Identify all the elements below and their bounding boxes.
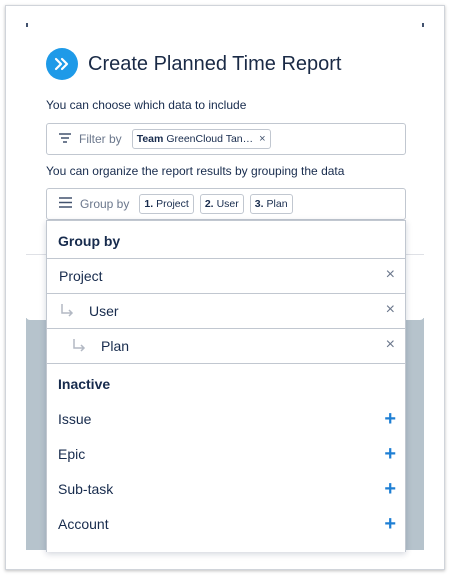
option-label: Project [59, 268, 103, 284]
remove-icon[interactable]: × [386, 302, 395, 318]
group-option-project[interactable]: Project × [47, 258, 405, 293]
chip-text: User [216, 198, 239, 210]
option-label: Issue [58, 411, 92, 427]
group-label: Group by [80, 197, 130, 211]
add-icon[interactable]: + [384, 444, 396, 464]
inactive-heading: Inactive [58, 376, 111, 392]
double-chevron-right-icon [46, 48, 78, 80]
group-field[interactable]: Group by 1. Project 2. User 3. Plan [46, 188, 406, 220]
active-heading: Group by [58, 233, 121, 249]
inactive-option-account[interactable]: Account + [58, 514, 398, 534]
filter-hint: You can choose which data to include [46, 98, 247, 112]
add-icon[interactable]: + [384, 514, 396, 534]
menu-icon [59, 195, 72, 213]
inactive-option-sub-task[interactable]: Sub-task + [58, 479, 398, 499]
chip-value: GreenCloud Tan… [166, 133, 254, 145]
remove-icon[interactable]: × [386, 337, 395, 353]
option-label: Account [58, 516, 109, 532]
chip-key: Team [136, 133, 164, 145]
dialog-header: Create Planned Time Report [46, 48, 341, 80]
option-label: Sub-task [58, 481, 114, 497]
group-hint: You can organize the report results by g… [46, 164, 345, 178]
chip-order: 3. [254, 198, 264, 210]
group-chip-project[interactable]: 1. Project [139, 194, 194, 214]
add-icon[interactable]: + [384, 409, 396, 429]
filter-label: Filter by [79, 132, 122, 146]
chip-remove-icon[interactable]: × [259, 133, 265, 145]
dialog-corner-mark [422, 23, 424, 27]
group-chip-user[interactable]: 2. User [199, 194, 244, 214]
filter-chip-team[interactable]: Team GreenCloud Tan… × [131, 129, 271, 149]
inactive-option-issue[interactable]: Issue + [58, 409, 398, 429]
group-option-plan[interactable]: Plan × [47, 328, 405, 363]
group-by-dropdown: Group by Project × User × Plan × Inactiv… [46, 220, 406, 552]
chip-text: Plan [266, 198, 288, 210]
group-option-user[interactable]: User × [47, 293, 405, 328]
chip-order: 2. [204, 198, 214, 210]
dialog-title: Create Planned Time Report [88, 52, 342, 75]
filter-icon [59, 130, 71, 148]
nested-arrow-icon [59, 303, 75, 319]
filter-field[interactable]: Filter by Team GreenCloud Tan… × [46, 123, 406, 155]
inactive-option-epic[interactable]: Epic + [58, 444, 398, 464]
chip-text: Project [156, 198, 189, 210]
nested-arrow-icon [71, 338, 87, 354]
section-divider [47, 363, 405, 364]
group-chip-plan[interactable]: 3. Plan [249, 194, 293, 214]
option-label: User [89, 303, 119, 319]
dialog-corner-mark [26, 23, 28, 27]
option-label: Plan [101, 338, 130, 354]
chip-order: 1. [144, 198, 154, 210]
option-label: Epic [58, 446, 86, 462]
add-icon[interactable]: + [384, 479, 396, 499]
remove-icon[interactable]: × [386, 267, 395, 283]
